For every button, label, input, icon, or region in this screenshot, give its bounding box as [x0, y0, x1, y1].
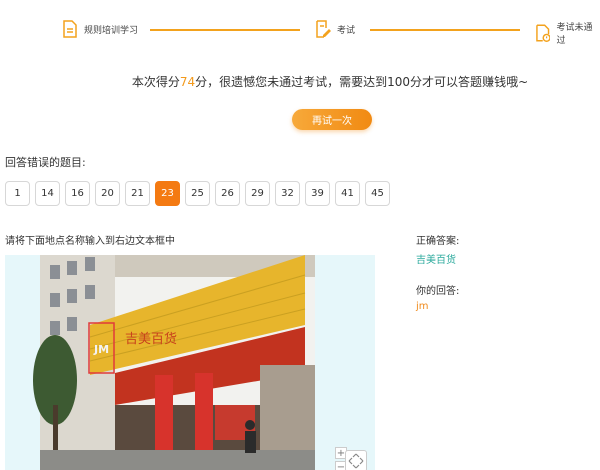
step-failed: 考试未通过 — [535, 20, 600, 46]
retry-button[interactable]: 再试一次 — [292, 109, 372, 130]
wrong-questions-title: 回答错误的题目: — [5, 156, 86, 169]
user-answer-label: 你的回答: — [416, 286, 460, 297]
question-image[interactable]: 吉美百货 JM + − — [5, 255, 375, 470]
result-message: 本次得分74分，很遗憾您未通过考试，需要达到100分才可以答题赚钱哦~ — [0, 73, 600, 90]
score-value: 74 — [179, 75, 196, 89]
user-answer-value: jm — [416, 301, 429, 312]
step-exam: 考试 — [315, 20, 355, 38]
doc-alert-icon — [536, 24, 551, 42]
wrong-question-button[interactable]: 26 — [215, 181, 240, 206]
wrong-question-button[interactable]: 1 — [5, 181, 30, 206]
wrong-question-button[interactable]: 29 — [245, 181, 270, 206]
wrong-question-button[interactable]: 21 — [125, 181, 150, 206]
correct-answer-value: 吉美百货 — [416, 255, 456, 266]
wrong-question-button[interactable]: 14 — [35, 181, 60, 206]
result-prefix: 本次得分 — [131, 75, 180, 89]
correct-answer-label: 正确答案: — [416, 236, 460, 247]
wrong-question-button[interactable]: 39 — [305, 181, 330, 206]
wrong-question-button[interactable]: 23 — [155, 181, 180, 206]
edit-icon — [316, 20, 331, 38]
step-label: 考试 — [337, 25, 356, 36]
wrong-questions-list: 1 14 16 20 21 23 25 26 29 32 39 41 45 — [5, 181, 390, 206]
wrong-question-button[interactable]: 20 — [95, 181, 120, 206]
result-suffix: 分，很遗憾您未通过考试，需要达到100分才可以答题赚钱哦~ — [195, 75, 529, 89]
progress-stepper: 规则培训学习 考试 考试未通过 — [0, 0, 600, 60]
pan-control[interactable] — [345, 450, 367, 470]
storefront-photo: 吉美百货 JM — [33, 255, 315, 470]
step-training: 规则培训学习 — [62, 20, 138, 38]
sign-text: 吉美百货 — [125, 331, 177, 347]
wrong-question-button[interactable]: 25 — [185, 181, 210, 206]
wrong-question-button[interactable]: 45 — [365, 181, 390, 206]
highlight-text: JM — [93, 343, 109, 356]
wrong-question-button[interactable]: 41 — [335, 181, 360, 206]
wrong-question-button[interactable]: 32 — [275, 181, 300, 206]
step-connector — [370, 29, 520, 31]
step-label: 考试未通过 — [556, 23, 593, 46]
step-connector — [150, 29, 300, 31]
pan-arrows-icon — [348, 453, 364, 469]
step-label: 规则培训学习 — [84, 25, 139, 36]
document-icon — [63, 20, 77, 38]
question-prompt: 请将下面地点名称输入到右边文本框中 — [5, 236, 175, 247]
wrong-question-button[interactable]: 16 — [65, 181, 90, 206]
